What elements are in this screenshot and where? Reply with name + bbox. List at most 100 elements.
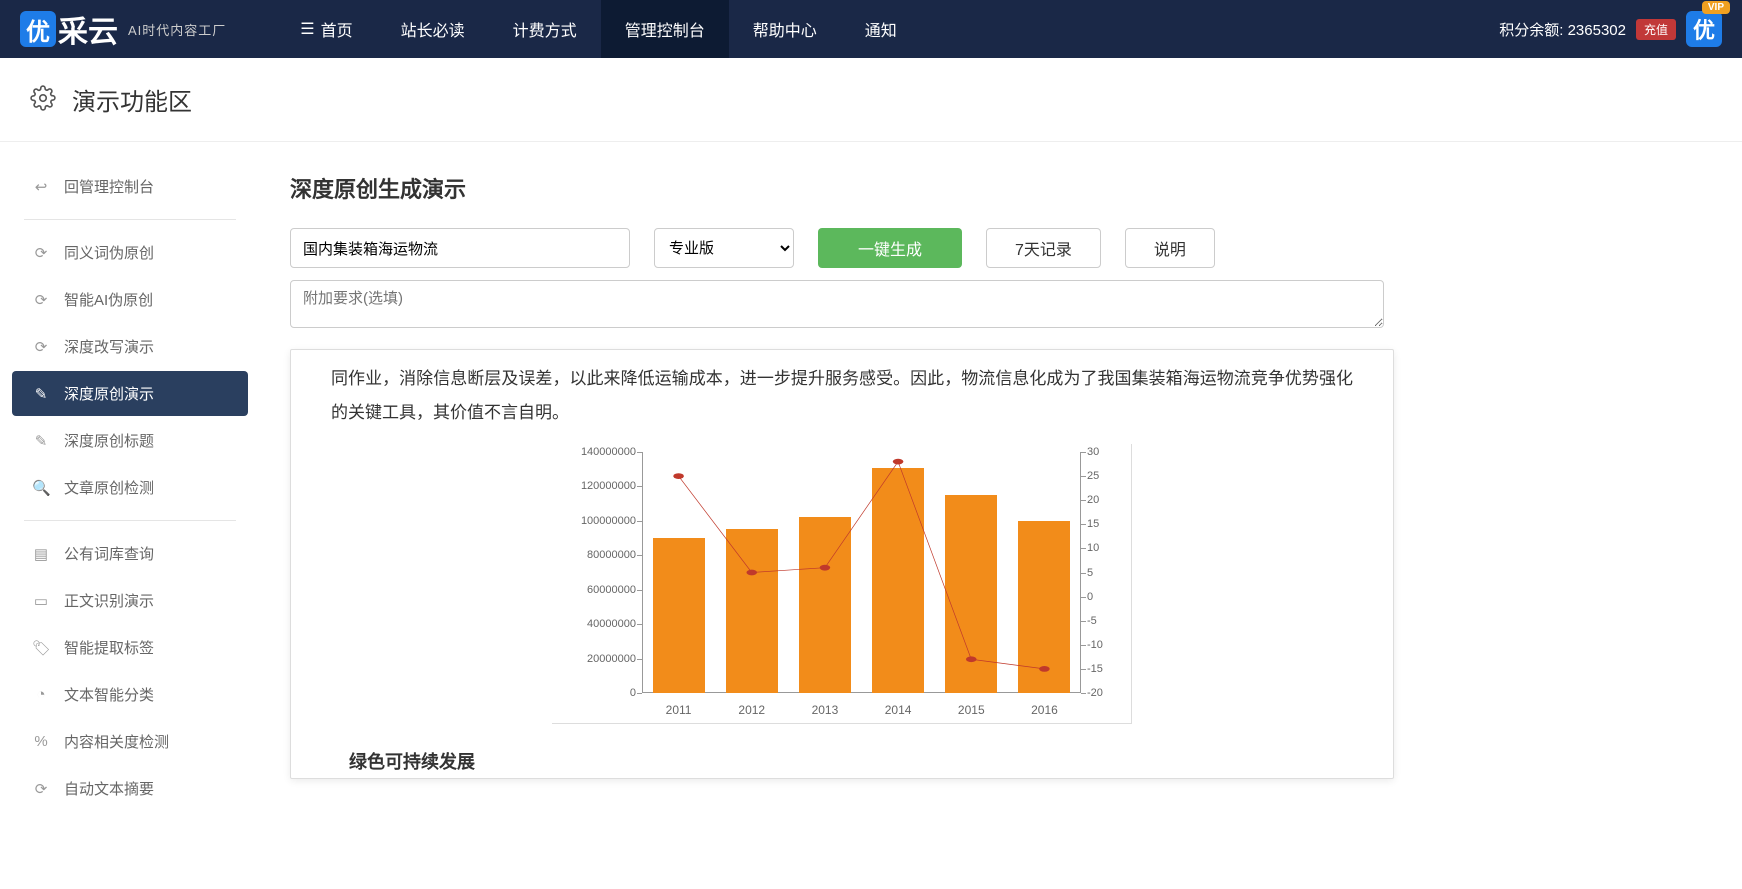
y2-tick-label: 10 bbox=[1087, 542, 1099, 554]
x-tick-label: 2015 bbox=[935, 703, 1008, 717]
tag-icon: 🏷 bbox=[32, 639, 50, 657]
sidebar: ↩ 回管理控制台 ⟳ 同义词伪原创 ⟳ 智能AI伪原创 ⟳ 深度改写演示 ✎ 深… bbox=[0, 142, 260, 833]
y1-tick-label: 20000000 bbox=[587, 653, 636, 665]
page-header: 演示功能区 bbox=[0, 58, 1742, 142]
y1-tick-label: 120000000 bbox=[581, 480, 636, 492]
logo[interactable]: 优 采 云 AI时代内容工厂 bbox=[0, 7, 246, 51]
page-title: 演示功能区 bbox=[72, 82, 192, 117]
topnav-right: 积分余额: 2365302 充值 优 VIP bbox=[1499, 11, 1742, 47]
nav-billing[interactable]: 计费方式 bbox=[489, 0, 601, 58]
sidebar-item-label: 智能AI伪原创 bbox=[64, 289, 153, 310]
logo-tagline: AI时代内容工厂 bbox=[128, 20, 226, 39]
y1-tick-label: 0 bbox=[630, 687, 636, 699]
pie-icon: ◔ bbox=[32, 686, 50, 703]
recharge-button[interactable]: 充值 bbox=[1636, 19, 1676, 40]
sidebar-ai-pseudo[interactable]: ⟳ 智能AI伪原创 bbox=[12, 277, 248, 322]
sidebar-text-classify[interactable]: ◔ 文本智能分类 bbox=[12, 672, 248, 717]
chart-line bbox=[642, 452, 1081, 693]
chart: 201120122013201420152016 020000000400000… bbox=[552, 444, 1132, 724]
sidebar-item-label: 正文识别演示 bbox=[64, 590, 154, 611]
vip-badge: VIP bbox=[1702, 1, 1730, 14]
nav-mustread[interactable]: 站长必读 bbox=[377, 0, 489, 58]
sidebar-item-label: 内容相关度检测 bbox=[64, 731, 169, 752]
main-content: 深度原创生成演示 专业版 一键生成 7天记录 说明 同作业，消除信息断层及误差，… bbox=[260, 142, 1742, 833]
nav-console[interactable]: 管理控制台 bbox=[601, 0, 729, 58]
y1-tick-label: 100000000 bbox=[581, 515, 636, 527]
back-arrow-icon: ↩ bbox=[32, 178, 50, 196]
content-paragraph: 同作业，消除信息断层及误差，以此来降低运输成本，进一步提升服务感受。因此，物流信… bbox=[331, 362, 1353, 430]
y1-tick-label: 80000000 bbox=[587, 549, 636, 561]
x-tick-label: 2013 bbox=[788, 703, 861, 717]
x-tick-label: 2011 bbox=[642, 703, 715, 717]
sidebar-extract-tags[interactable]: 🏷 智能提取标签 bbox=[12, 625, 248, 670]
sidebar-synonym[interactable]: ⟳ 同义词伪原创 bbox=[12, 230, 248, 275]
sidebar-back[interactable]: ↩ 回管理控制台 bbox=[12, 164, 248, 209]
logo-char-2: 采 bbox=[58, 7, 88, 51]
y1-tick-label: 40000000 bbox=[587, 618, 636, 630]
y2-tick-label: 30 bbox=[1087, 446, 1099, 458]
x-tick-label: 2016 bbox=[1008, 703, 1081, 717]
y2-tick-label: -5 bbox=[1087, 615, 1097, 627]
y2-tick-label: 0 bbox=[1087, 591, 1093, 603]
nav-items: ☰首页 站长必读 计费方式 管理控制台 帮助中心 通知 bbox=[276, 0, 920, 58]
sidebar-item-label: 深度原创标题 bbox=[64, 430, 154, 451]
monitor-icon: ▭ bbox=[32, 592, 50, 610]
sidebar-item-label: 自动文本摘要 bbox=[64, 778, 154, 799]
y2-tick-label: -10 bbox=[1087, 639, 1103, 651]
x-tick-label: 2012 bbox=[715, 703, 788, 717]
y1-tick-label: 140000000 bbox=[581, 446, 636, 458]
main-title: 深度原创生成演示 bbox=[290, 172, 1642, 204]
keyword-input[interactable] bbox=[290, 228, 630, 268]
help-button[interactable]: 说明 bbox=[1125, 228, 1215, 268]
version-select[interactable]: 专业版 bbox=[654, 228, 794, 268]
y2-tick-label: -20 bbox=[1087, 687, 1103, 699]
list-icon: ☰ bbox=[300, 19, 314, 39]
vip-badge-wrap[interactable]: 优 VIP bbox=[1686, 11, 1722, 47]
sidebar-relevance[interactable]: % 内容相关度检测 bbox=[12, 719, 248, 764]
y1-tick-label: 60000000 bbox=[587, 584, 636, 596]
search-icon: 🔍 bbox=[32, 479, 50, 497]
refresh-icon: ⟳ bbox=[32, 780, 50, 798]
history-button[interactable]: 7天记录 bbox=[986, 228, 1101, 268]
divider bbox=[24, 219, 236, 220]
book-icon: ▤ bbox=[32, 545, 50, 563]
logo-char-3: 云 bbox=[88, 7, 118, 51]
sidebar-body-recognition[interactable]: ▭ 正文识别演示 bbox=[12, 578, 248, 623]
sidebar-item-label: 智能提取标签 bbox=[64, 637, 154, 658]
sidebar-item-label: 文章原创检测 bbox=[64, 477, 154, 498]
logo-char-1: 优 bbox=[20, 11, 56, 47]
vip-logo-icon: 优 bbox=[1686, 11, 1722, 47]
x-axis-labels: 201120122013201420152016 bbox=[642, 703, 1081, 717]
divider bbox=[24, 520, 236, 521]
content-panel[interactable]: 同作业，消除信息断层及误差，以此来降低运输成本，进一步提升服务感受。因此，物流信… bbox=[290, 349, 1394, 779]
extra-requirements-input[interactable] bbox=[290, 280, 1384, 328]
sidebar-check-original[interactable]: 🔍 文章原创检测 bbox=[12, 465, 248, 510]
edit-icon: ✎ bbox=[32, 432, 50, 450]
sidebar-item-label: 公有词库查询 bbox=[64, 543, 154, 564]
refresh-icon: ⟳ bbox=[32, 244, 50, 262]
points-balance: 积分余额: 2365302 bbox=[1499, 19, 1626, 40]
y2-tick-label: 5 bbox=[1087, 567, 1093, 579]
x-tick-label: 2014 bbox=[862, 703, 935, 717]
sidebar-original-title[interactable]: ✎ 深度原创标题 bbox=[12, 418, 248, 463]
sidebar-item-label: 文本智能分类 bbox=[64, 684, 154, 705]
sidebar-rewrite-demo[interactable]: ⟳ 深度改写演示 bbox=[12, 324, 248, 369]
y2-tick-label: 25 bbox=[1087, 470, 1099, 482]
y2-tick-label: 15 bbox=[1087, 518, 1099, 530]
refresh-icon: ⟳ bbox=[32, 338, 50, 356]
nav-notice[interactable]: 通知 bbox=[841, 0, 921, 58]
edit-icon: ✎ bbox=[32, 385, 50, 403]
controls-row: 专业版 一键生成 7天记录 说明 bbox=[290, 228, 1642, 268]
sidebar-public-dict[interactable]: ▤ 公有词库查询 bbox=[12, 531, 248, 576]
nav-home[interactable]: ☰首页 bbox=[276, 0, 376, 58]
gear-icon bbox=[30, 85, 56, 114]
refresh-icon: ⟳ bbox=[32, 291, 50, 309]
sidebar-auto-summary[interactable]: ⟳ 自动文本摘要 bbox=[12, 766, 248, 811]
sidebar-item-label: 同义词伪原创 bbox=[64, 242, 154, 263]
content-subheading: 绿色可持续发展 bbox=[331, 748, 1353, 774]
y2-tick-label: 20 bbox=[1087, 494, 1099, 506]
nav-help[interactable]: 帮助中心 bbox=[729, 0, 841, 58]
sidebar-original-demo[interactable]: ✎ 深度原创演示 bbox=[12, 371, 248, 416]
link-icon: % bbox=[32, 733, 50, 750]
generate-button[interactable]: 一键生成 bbox=[818, 228, 962, 268]
